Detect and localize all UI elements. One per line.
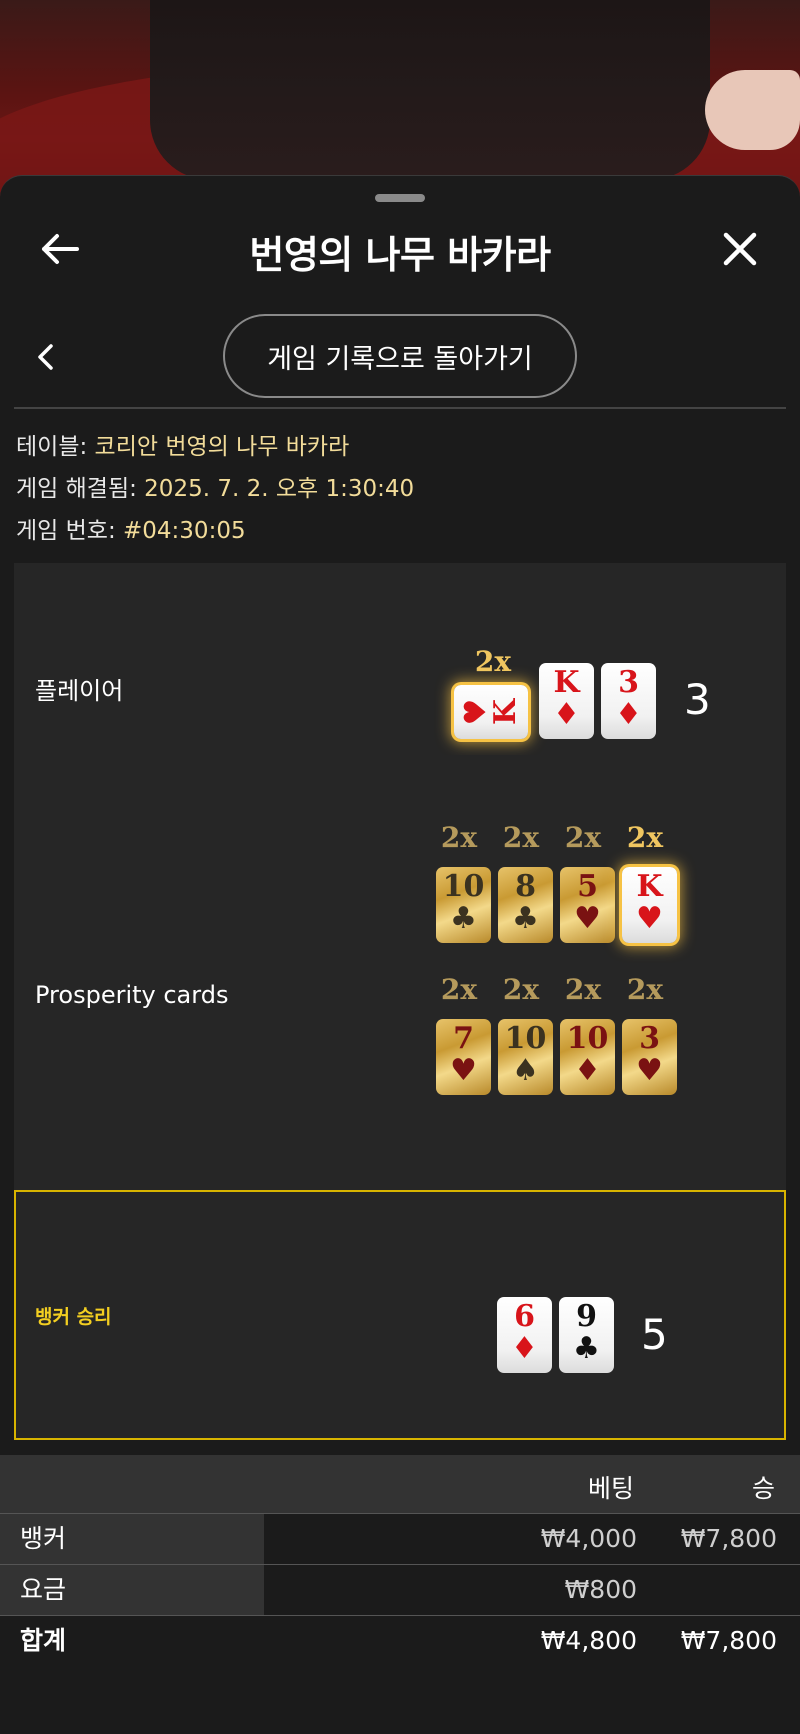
card-suit: ♦: [511, 1331, 538, 1366]
player-card-2: K ♦: [539, 663, 594, 739]
player-card-1: ♥ K: [454, 685, 528, 739]
card-rank: 5: [577, 869, 598, 904]
total-row: 합계 ₩4,800 ₩7,800: [0, 1615, 800, 1666]
card-rank: 7: [453, 1021, 474, 1056]
card-suit: ♣: [573, 1331, 600, 1366]
table-value: 코리안 번영의 나무 바카라: [94, 434, 350, 460]
game-number-label: 게임 번호:: [16, 518, 124, 544]
card-suit: ♦: [615, 697, 642, 732]
prosperity-mult: 2x: [502, 821, 540, 854]
prosperity-card: 3 ♥: [622, 1019, 677, 1095]
prosperity-card: 5 ♥: [560, 867, 615, 943]
back-to-history-button[interactable]: 게임 기록으로 돌아가기: [223, 314, 577, 398]
banker-panel: 뱅커 승리 6 ♦ 9 ♣ 5: [14, 1190, 786, 1440]
col-bet-header: 베팅: [588, 1474, 635, 1503]
bets-table: 베팅 승 뱅커 ₩4,000 ₩7,800 요금 ₩800 합계 ₩4,800 …: [0, 1455, 800, 1666]
card-suit: ♥: [574, 901, 601, 936]
card-rank: K: [636, 869, 663, 904]
prosperity-card: 10 ♦: [560, 1019, 615, 1095]
game-number-value: #04:30:05: [123, 518, 246, 544]
card-suit: ♦: [574, 1053, 601, 1088]
card-rank: 3: [639, 1021, 660, 1056]
card-rank: 10: [442, 869, 485, 904]
close-icon[interactable]: [710, 219, 770, 279]
card-rank: 6: [514, 1299, 535, 1334]
col-win-header: 승: [752, 1474, 776, 1503]
resolved-value: 2025. 7. 2. 오후 1:30:40: [144, 476, 415, 502]
card-suit: ♠: [512, 1053, 539, 1088]
prosperity-mult: 2x: [626, 973, 664, 1006]
sheet-grabber[interactable]: [375, 194, 425, 202]
divider: [14, 407, 786, 409]
card-suit: ♣: [450, 901, 477, 936]
card-suit: ♣: [512, 901, 539, 936]
number-row-meta: 게임 번호: #04:30:05: [16, 510, 786, 552]
card-suit: ♥: [450, 1053, 477, 1088]
prosperity-card: 8 ♣: [498, 867, 553, 943]
prosperity-mult-active: 2x: [626, 821, 664, 854]
banker-card-1: 6 ♦: [497, 1297, 552, 1373]
total-win-amount: ₩7,800: [680, 1626, 777, 1655]
bet-row-label: 요금: [0, 1565, 264, 1615]
player-panel: 플레이어 2x ♥ K K ♦ 3 ♦ 3: [14, 563, 786, 755]
header: 번영의 나무 바카라: [0, 214, 800, 284]
history-sheet: 번영의 나무 바카라 게임 기록으로 돌아가기 테이블: 코리안 번영의 나무 …: [0, 175, 800, 1734]
player-multiplier: 2x: [474, 645, 512, 678]
prosperity-card-winning: K ♥: [622, 867, 677, 943]
table-label: 테이블:: [16, 434, 95, 460]
prosperity-mult: 2x: [440, 821, 478, 854]
card-suit: ♥: [457, 698, 493, 726]
card-rank: K: [488, 698, 524, 726]
resolved-row-meta: 게임 해결됨: 2025. 7. 2. 오후 1:30:40: [16, 468, 786, 510]
resolved-label: 게임 해결됨:: [16, 476, 145, 502]
dealer-figure: [150, 0, 710, 180]
dealer-hand: [705, 70, 800, 150]
page-title: 번영의 나무 바카라: [249, 233, 551, 277]
prosperity-card: 10 ♣: [436, 867, 491, 943]
card-rank: 3: [618, 665, 639, 700]
player-score: 3: [684, 675, 711, 724]
player-card-3: 3 ♦: [601, 663, 656, 739]
table-row: 뱅커 ₩4,000 ₩7,800: [0, 1513, 800, 1564]
bet-row-label: 뱅커: [0, 1514, 264, 1564]
prosperity-card: 10 ♠: [498, 1019, 553, 1095]
subnav: 게임 기록으로 돌아가기: [0, 314, 800, 400]
table-row: 요금 ₩800: [0, 1564, 800, 1615]
bet-amount: ₩4,000: [540, 1524, 637, 1553]
prosperity-label: Prosperity cards: [35, 981, 229, 1009]
total-label: 합계: [20, 1626, 67, 1655]
card-suit: ♥: [636, 901, 663, 936]
banker-score: 5: [641, 1310, 668, 1359]
live-video-background: [0, 0, 800, 200]
total-bet-amount: ₩4,800: [540, 1626, 637, 1655]
card-rank: 9: [576, 1299, 597, 1334]
card-rank: K: [553, 665, 580, 700]
arrow-left-icon[interactable]: [30, 219, 90, 279]
table-row-meta: 테이블: 코리안 번영의 나무 바카라: [16, 426, 786, 468]
bet-amount: ₩800: [564, 1575, 637, 1604]
chevron-left-icon[interactable]: [25, 332, 65, 382]
prosperity-mult: 2x: [564, 821, 602, 854]
win-amount: ₩7,800: [680, 1524, 777, 1553]
game-meta: 테이블: 코리안 번영의 나무 바카라 게임 해결됨: 2025. 7. 2. …: [16, 426, 786, 552]
bets-table-header: 베팅 승: [0, 1455, 800, 1513]
card-suit: ♥: [636, 1053, 663, 1088]
prosperity-mult: 2x: [440, 973, 478, 1006]
player-label: 플레이어: [35, 677, 124, 705]
card-rank: 8: [515, 869, 536, 904]
panel-spacer: [14, 1109, 786, 1190]
card-rank: 10: [566, 1021, 609, 1056]
prosperity-panel: Prosperity cards 2x 2x 2x 2x 10 ♣ 8 ♣ 5 …: [14, 755, 786, 1109]
prosperity-mult: 2x: [502, 973, 540, 1006]
prosperity-mult: 2x: [564, 973, 602, 1006]
card-suit: ♦: [553, 697, 580, 732]
banker-win-label: 뱅커 승리: [35, 1306, 112, 1328]
prosperity-card: 7 ♥: [436, 1019, 491, 1095]
banker-card-2: 9 ♣: [559, 1297, 614, 1373]
card-rank: 10: [504, 1021, 547, 1056]
